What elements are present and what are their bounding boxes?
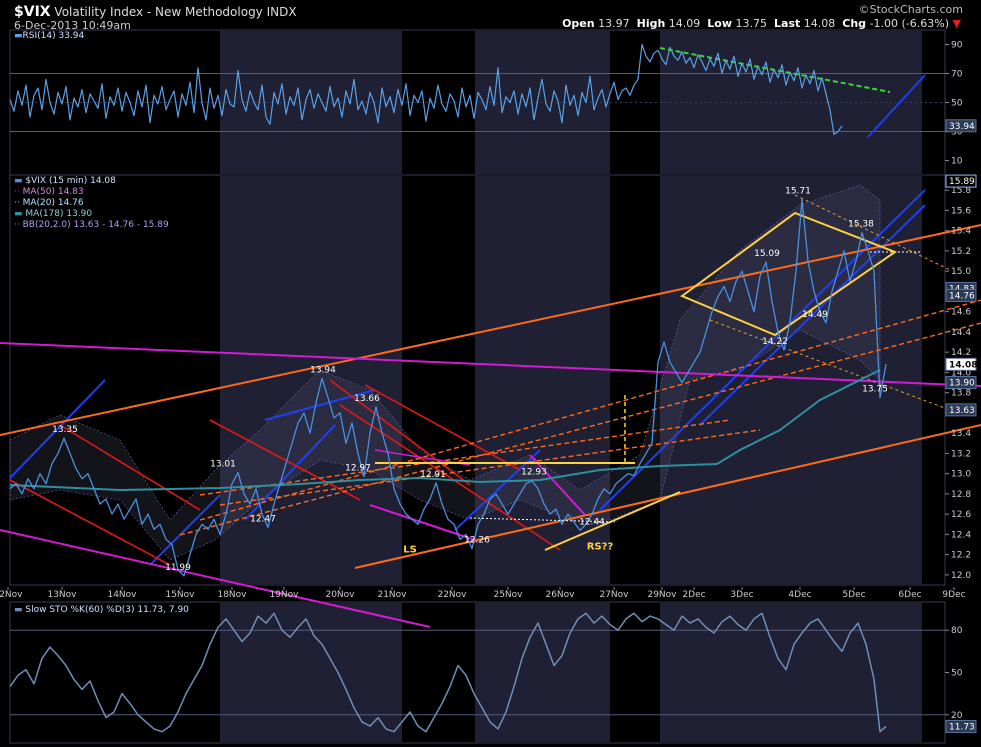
x-tick-label: 13Nov — [47, 590, 77, 600]
x-tick-label: 9Dec — [942, 590, 965, 600]
rsi-legend-text: RSI(14) 33.94 — [22, 31, 85, 41]
sto-line-icon: ▬ — [14, 605, 23, 615]
x-tick-label: 26Nov — [545, 590, 575, 600]
x-tick-label: 3Dec — [730, 590, 753, 600]
axis-value-label: 14.08 — [949, 360, 977, 370]
price-annotation: 15.09 — [754, 249, 780, 259]
price-annotation: 12.97 — [345, 464, 371, 474]
bb-swatch-icon: ·· — [14, 220, 20, 230]
sto-session-shade — [660, 603, 922, 742]
rsi-value-label: 33.94 — [949, 122, 975, 132]
price-annotation: 13.75 — [862, 385, 888, 395]
legend-ma50-text: MA(50) 14.83 — [22, 187, 84, 197]
y-tick-label: 15.4 — [951, 227, 971, 237]
x-tick-label: 29Nov — [647, 590, 677, 600]
y-tick-label: 12.4 — [951, 530, 971, 540]
x-tick-label: 5Dec — [842, 590, 865, 600]
y-tick-label: 12.0 — [951, 571, 971, 581]
y-tick-label: 13.0 — [951, 470, 971, 480]
y-tick-label: 13.8 — [951, 389, 971, 399]
y-tick-label: 90 — [951, 41, 963, 51]
y-tick-label: 14.2 — [951, 348, 971, 358]
x-tick-label: 21Nov — [377, 590, 407, 600]
price-annotation: 15.71 — [785, 186, 811, 196]
x-tick-label: 22Nov — [437, 590, 467, 600]
price-annotation: 12.47 — [250, 514, 276, 524]
x-tick-label: 20Nov — [325, 590, 355, 600]
x-tick-label: 18Nov — [217, 590, 247, 600]
y-tick-label: 12.2 — [951, 551, 971, 561]
pattern-label: LS — [403, 545, 417, 556]
y-tick-label: 13.4 — [951, 429, 971, 439]
sto-session-shade — [475, 603, 610, 742]
stock-chart: 12Nov 13Nov 14Nov 15Nov 18Nov 19Nov 20Nov 21Nov… — [0, 29, 981, 744]
y-tick-label: 14.4 — [951, 328, 971, 338]
axis-value-label: 13.63 — [949, 406, 975, 416]
y-tick-label: 70 — [951, 70, 963, 80]
x-tick-label: 27Nov — [599, 590, 629, 600]
price-legend: ▬ $VIX (15 min) 14.08 ·· MA(50) 14.83 ··… — [14, 176, 169, 231]
rsi-line-icon: ▬ — [14, 31, 23, 41]
x-tick-label: 15Nov — [165, 590, 195, 600]
y-tick-label: 15.6 — [951, 206, 971, 216]
x-tick-label: 25Nov — [493, 590, 523, 600]
price-annotation: 13.01 — [210, 460, 236, 470]
axis-value-label: 15.89 — [949, 177, 975, 187]
y-tick-label: 13.2 — [951, 449, 971, 459]
price-line-icon: ▬ — [14, 176, 23, 186]
price-annotation: 11.99 — [165, 563, 191, 573]
price-annotation: 12.93 — [521, 468, 547, 478]
ma20-swatch-icon: ·· — [14, 198, 20, 208]
y-tick-label: 14.6 — [951, 308, 971, 318]
sto-legend: ▬ Slow STO %K(60) %D(3) 11.73, 7.90 — [14, 605, 189, 616]
x-tick-label: 6Dec — [898, 590, 921, 600]
price-annotation: 12.44 — [579, 517, 605, 527]
price-annotation: 12.91 — [420, 470, 446, 480]
legend-bb-text: BB(20,2.0) 13.63 - 14.76 - 15.89 — [22, 220, 169, 230]
rsi-legend: ▬RSI(14) 33.94 — [14, 31, 84, 42]
panel-frames — [9, 29, 946, 744]
x-tick-label: 4Dec — [788, 590, 811, 600]
price-annotation: 12.26 — [464, 536, 490, 546]
legend-bb: ·· BB(20,2.0) 13.63 - 14.76 - 15.89 — [14, 220, 169, 231]
y-tick-label: 12.6 — [951, 510, 971, 520]
axis-value-label: 13.90 — [949, 379, 975, 389]
sto-legend-text: Slow STO %K(60) %D(3) 11.73, 7.90 — [25, 605, 189, 615]
y-tick-label: 50 — [951, 99, 963, 109]
legend-ma20-text: MA(20) 14.76 — [22, 198, 84, 208]
y-tick-label: 50 — [951, 669, 963, 679]
price-annotation: 14.22 — [762, 337, 788, 347]
pattern-label: RS?? — [587, 542, 614, 553]
price-annotation: 13.94 — [310, 365, 336, 375]
x-tick-label: 12Nov — [0, 590, 23, 600]
y-tick-label: 15.2 — [951, 247, 971, 257]
price-annotation: 13.35 — [52, 425, 78, 435]
price-annotation: 14.49 — [802, 310, 828, 320]
legend-ma50: ·· MA(50) 14.83 — [14, 187, 169, 198]
ma50-swatch-icon: ·· — [14, 187, 20, 197]
y-tick-label: 20 — [951, 711, 963, 721]
y-tick-label: 12.8 — [951, 490, 971, 500]
legend-ma178: ▬ MA(178) 13.90 — [14, 209, 169, 220]
sto-value-label: 11.73 — [949, 722, 975, 732]
legend-price-text: $VIX (15 min) 14.08 — [25, 176, 116, 186]
ma178-swatch-icon: ▬ — [14, 209, 23, 219]
y-tick-label: 10 — [951, 157, 963, 167]
legend-ma20: ·· MA(20) 14.76 — [14, 198, 169, 209]
legend-price: ▬ $VIX (15 min) 14.08 — [14, 176, 169, 187]
price-annotation: 15.38 — [848, 220, 874, 230]
x-tick-label: 14Nov — [107, 590, 137, 600]
y-tick-label: 80 — [951, 626, 963, 636]
x-tick-label: 19Nov — [269, 590, 299, 600]
legend-ma178-text: MA(178) 13.90 — [25, 209, 93, 219]
axis-value-label: 14.76 — [949, 291, 975, 301]
y-tick-label: 15.0 — [951, 267, 971, 277]
x-tick-label: 2Dec — [682, 590, 705, 600]
y-tick-label: 15.8 — [951, 186, 971, 196]
price-annotation: 13.66 — [354, 394, 380, 404]
